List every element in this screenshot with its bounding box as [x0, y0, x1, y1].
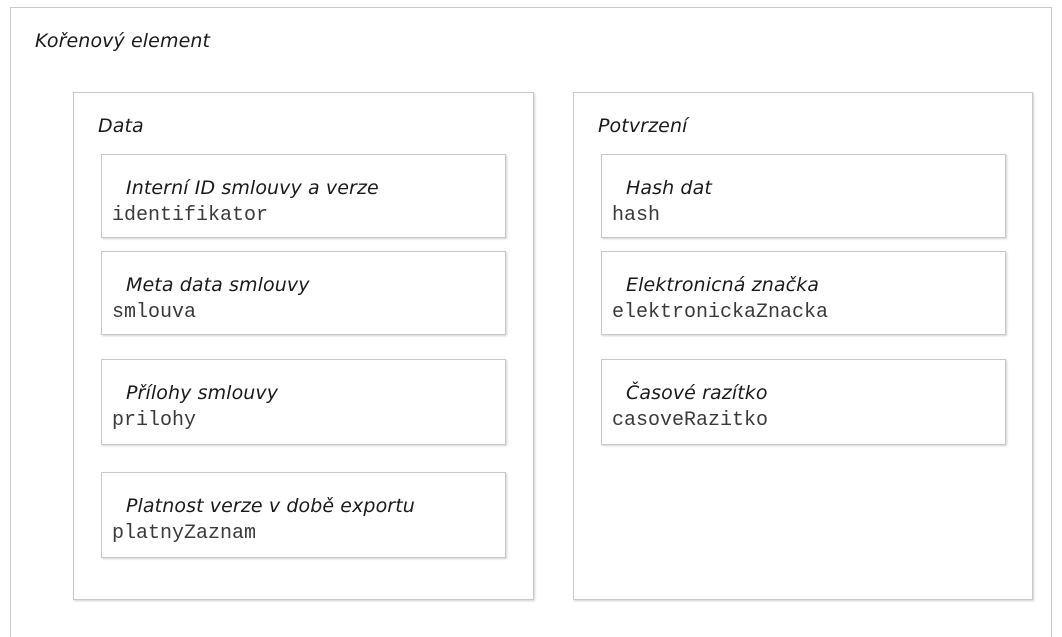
- item-label: Platnost verze v době exportu: [126, 495, 415, 517]
- item-casove-razitko: Časové razítko casoveRazitko: [601, 359, 1006, 445]
- item-element-name: casoveRazitko: [612, 409, 769, 432]
- item-label: Interní ID smlouvy a verze: [126, 177, 379, 199]
- item-smlouva: Meta data smlouvy smlouva: [101, 251, 506, 335]
- item-element-name: hash: [612, 204, 661, 227]
- item-identifikator: Interní ID smlouvy a verze identifikator: [101, 154, 506, 238]
- item-element-name: elektronickaZnacka: [612, 301, 829, 324]
- data-group: Data Interní ID smlouvy a verze identifi…: [73, 92, 534, 600]
- item-label: Přílohy smlouvy: [126, 382, 279, 404]
- item-element-name: identifikator: [112, 204, 269, 227]
- item-element-name: platnyZaznam: [112, 522, 257, 545]
- item-hash: Hash dat hash: [601, 154, 1006, 238]
- item-label: Elektronicná značka: [626, 274, 820, 296]
- item-elektronicka-znacka: Elektronicná značka elektronickaZnacka: [601, 251, 1006, 335]
- item-platny-zaznam: Platnost verze v době exportu platnyZazn…: [101, 472, 506, 558]
- root-element-title: Kořenový element: [35, 30, 211, 52]
- item-element-name: smlouva: [112, 301, 197, 324]
- item-element-name: prilohy: [112, 409, 197, 432]
- item-label: Časové razítko: [626, 382, 768, 404]
- root-element-container: Kořenový element Data Interní ID smlouvy…: [10, 7, 1052, 637]
- data-group-title: Data: [98, 115, 144, 137]
- item-label: Hash dat: [626, 177, 712, 199]
- item-label: Meta data smlouvy: [126, 274, 310, 296]
- item-prilohy: Přílohy smlouvy prilohy: [101, 359, 506, 445]
- confirmation-group-title: Potvrzení: [598, 115, 688, 137]
- confirmation-group: Potvrzení Hash dat hash Elektronicná zna…: [573, 92, 1033, 600]
